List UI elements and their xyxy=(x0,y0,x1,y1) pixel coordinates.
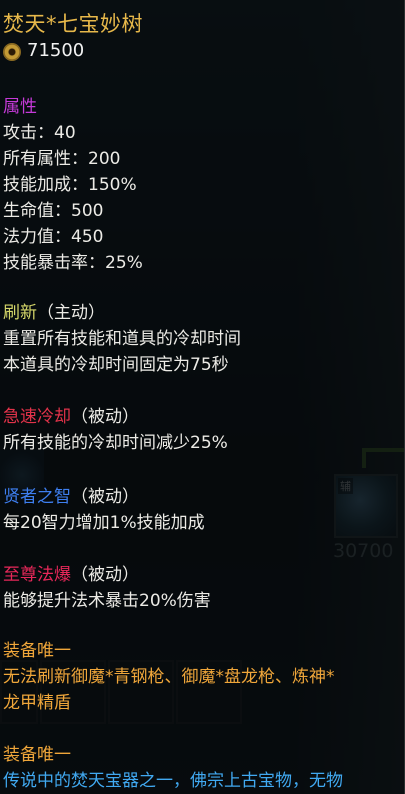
skill-desc: 每20智力增加1%技能加成 xyxy=(3,513,205,533)
item-price: 71500 xyxy=(27,40,85,61)
attribute-line: 技能暴击率：25% xyxy=(3,253,143,273)
skill-refresh-heading: 刷新（主动） xyxy=(3,298,105,323)
skill-cooldown-heading: 急速冷却（被动） xyxy=(3,402,139,427)
skill-type: （被动） xyxy=(71,565,139,585)
skill-sage-heading: 贤者之智（被动） xyxy=(3,482,139,507)
skill-supreme-heading: 至尊法爆（被动） xyxy=(3,560,139,585)
skill-desc: 所有技能的冷却时间减少25% xyxy=(3,433,228,453)
skill-desc: 能够提升法术暴击20%伤害 xyxy=(3,591,211,611)
coin-icon xyxy=(3,43,21,61)
unique-text: 龙甲精盾 xyxy=(3,693,71,713)
attributes-heading: 属性 xyxy=(3,97,37,117)
unique-heading: 装备唯一 xyxy=(3,641,71,661)
unique-text: 无法刷新御魔*青钢枪、御魔*盘龙枪、炼神* xyxy=(3,667,335,687)
lore-text: 传说中的焚天宝器之一，佛宗上古宝物，无物 xyxy=(3,771,343,791)
skill-desc: 重置所有技能和道具的冷却时间 xyxy=(3,329,241,349)
attribute-line: 法力值：450 xyxy=(3,227,104,247)
attribute-line: 技能加成：150% xyxy=(3,175,137,195)
skill-name: 急速冷却 xyxy=(3,407,71,427)
unique-heading: 装备唯一 xyxy=(3,745,71,765)
skill-desc: 本道具的冷却时间固定为75秒 xyxy=(3,355,229,375)
skill-name: 刷新 xyxy=(3,303,37,323)
skill-name: 至尊法爆 xyxy=(3,565,71,585)
attribute-line: 所有属性：200 xyxy=(3,149,121,169)
skill-type: （被动） xyxy=(71,487,139,507)
item-tooltip: 焚天*七宝妙树 71500 属性 攻击：40 所有属性：200 技能加成：150… xyxy=(0,0,405,794)
skill-type: （被动） xyxy=(71,407,139,427)
skill-name: 贤者之智 xyxy=(3,487,71,507)
attribute-line: 攻击：40 xyxy=(3,123,76,143)
attribute-line: 生命值：500 xyxy=(3,201,104,221)
item-name: 焚天*七宝妙树 xyxy=(3,12,143,36)
skill-type: （主动） xyxy=(37,303,105,323)
